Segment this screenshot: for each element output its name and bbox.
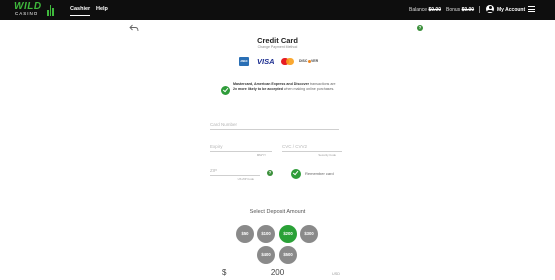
back-arrow-icon[interactable] (129, 24, 139, 32)
bonus-display: Bonus $0.00 (446, 7, 474, 13)
cvc-hint: Security Code (318, 153, 336, 157)
remember-card-label[interactable]: Remember card (305, 171, 334, 176)
balance-display: Balance $0.00 (409, 7, 441, 13)
divider (479, 6, 480, 13)
amex-logo-icon (239, 57, 249, 66)
logo-subtext: CASINO (15, 11, 39, 16)
hamburger-menu-icon[interactable] (528, 6, 535, 12)
page-title: Credit Card (257, 36, 298, 45)
nav-cashier[interactable]: Cashier (70, 6, 91, 16)
zip-placeholder: ZIP (210, 168, 218, 173)
check-icon (221, 86, 230, 95)
balance-label: Balance (409, 7, 428, 13)
card-acceptance-notice: Mastercard, American Express and Discove… (233, 82, 336, 92)
currency-code: USD (332, 272, 341, 276)
top-bar: WILD CASINO Cashier Help Balance $0.00 B… (0, 0, 555, 20)
bonus-label: Bonus (446, 7, 461, 13)
visa-logo: VISA (257, 57, 275, 66)
zip-input[interactable]: ZIP US ZIP Code (210, 168, 260, 181)
my-account-link[interactable]: My Account (497, 7, 525, 13)
cvc-placeholder: CVC / CVV2 (282, 144, 308, 149)
expiry-hint: MM/YY (256, 153, 266, 157)
amount-400-button[interactable]: $400 (257, 246, 275, 264)
amount-500-button[interactable]: $500 (279, 246, 297, 264)
card-number-input[interactable]: Card Number (210, 122, 339, 130)
cvc-input[interactable]: CVC / CVV2 Security Code (282, 144, 342, 157)
zip-help-icon[interactable]: ? (267, 170, 273, 176)
amount-50-button[interactable]: $50 (236, 225, 254, 243)
logo-bars-icon (47, 5, 55, 16)
expiry-input[interactable]: Expiry MM/YY (210, 144, 272, 157)
discover-logo: DISC VER (299, 59, 319, 63)
card-number-placeholder: Card Number (210, 122, 238, 127)
discover-logo-text: DISC (299, 59, 308, 63)
bonus-value: $0.00 (461, 7, 475, 13)
amount-200-button[interactable]: $200 (279, 225, 297, 243)
amount-100-button[interactable]: $100 (257, 225, 275, 243)
zip-hint: US ZIP Code (237, 177, 254, 181)
expiry-placeholder: Expiry (210, 144, 223, 149)
amount-input[interactable]: 200 (0, 268, 555, 277)
amount-300-button[interactable]: $300 (300, 225, 318, 243)
remember-card-checkbox[interactable] (291, 169, 301, 179)
help-icon[interactable]: ? (417, 25, 423, 31)
nav-help[interactable]: Help (96, 6, 108, 12)
wild-casino-logo[interactable]: WILD CASINO (14, 1, 56, 19)
deposit-amount-label: Select Deposit Amount (249, 209, 306, 215)
mastercard-logo-icon (281, 57, 294, 66)
balance-value: $0.00 (428, 7, 441, 13)
change-payment-method-link[interactable]: Change Payment Method (0, 45, 555, 49)
account-icon[interactable] (486, 5, 494, 13)
